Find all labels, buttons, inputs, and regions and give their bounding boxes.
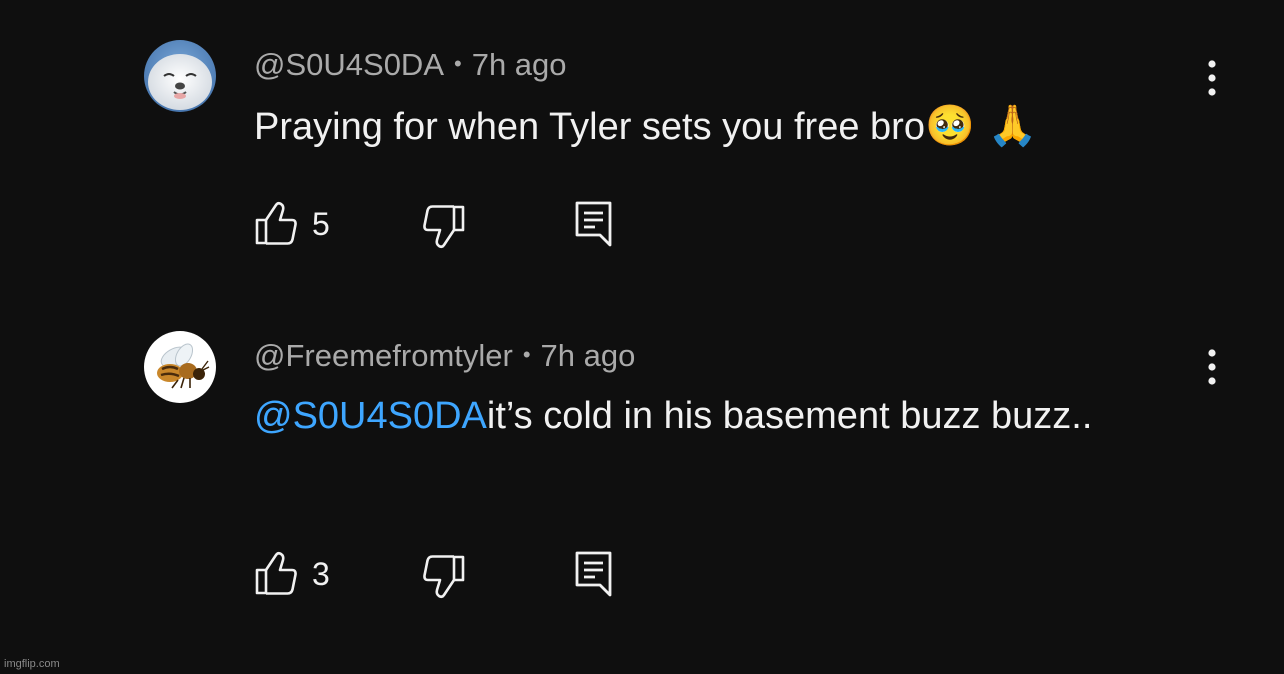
like-button[interactable] — [254, 550, 298, 596]
reply-button[interactable] — [574, 200, 614, 248]
like-button[interactable] — [254, 200, 298, 246]
comment-body: Praying for when Tyler sets you free bro — [254, 106, 925, 148]
thumbs-down-icon — [423, 205, 465, 249]
comment-time[interactable]: 7h ago — [541, 338, 636, 373]
dislike-button[interactable] — [422, 204, 466, 250]
comment-header: @Freemefromtyler • 7h ago — [254, 337, 635, 377]
reply-comment-icon — [575, 201, 612, 247]
thumbs-down-icon — [423, 555, 465, 599]
thumbs-up-icon — [255, 551, 297, 595]
comments-page: @S0U4S0DA • 7h ago Praying for when Tyler … — [0, 0, 1284, 674]
bee-avatar-icon — [144, 331, 216, 403]
like-count: 3 — [312, 556, 330, 592]
more-vertical-icon — [1208, 60, 1216, 96]
seal-avatar-icon — [144, 40, 216, 112]
reply-button[interactable] — [574, 550, 614, 598]
watermark: imgflip.com — [4, 658, 60, 670]
separator-dot: • — [522, 341, 531, 367]
separator-dot: • — [454, 50, 462, 76]
avatar-seal[interactable] — [144, 40, 216, 112]
comment-time[interactable]: 7h ago — [472, 47, 567, 82]
comment-text: Praying for when Tyler sets you free bro… — [254, 96, 1154, 158]
comment-header: @S0U4S0DA • 7h ago — [254, 46, 567, 86]
thumbs-up-icon — [255, 201, 297, 245]
comment-emojis: 🥹 🙏 — [924, 103, 1038, 149]
like-count: 5 — [312, 206, 330, 242]
dislike-button[interactable] — [422, 554, 466, 600]
comment-handle[interactable]: @Freemefromtyler — [254, 338, 513, 373]
avatar-bee[interactable] — [144, 331, 216, 403]
comment-body: it’s cold in his basement buzz buzz.. — [486, 395, 1093, 437]
mention-link[interactable]: @S0U4S0DA — [254, 395, 487, 437]
comment-handle[interactable]: @S0U4S0DA — [254, 47, 444, 82]
comment-text: @S0U4S0DAit’s cold in his basement buzz … — [254, 386, 1114, 447]
reply-comment-icon — [575, 551, 612, 597]
more-options-button[interactable] — [1196, 347, 1228, 387]
more-options-button[interactable] — [1196, 58, 1228, 98]
more-vertical-icon — [1208, 349, 1216, 385]
